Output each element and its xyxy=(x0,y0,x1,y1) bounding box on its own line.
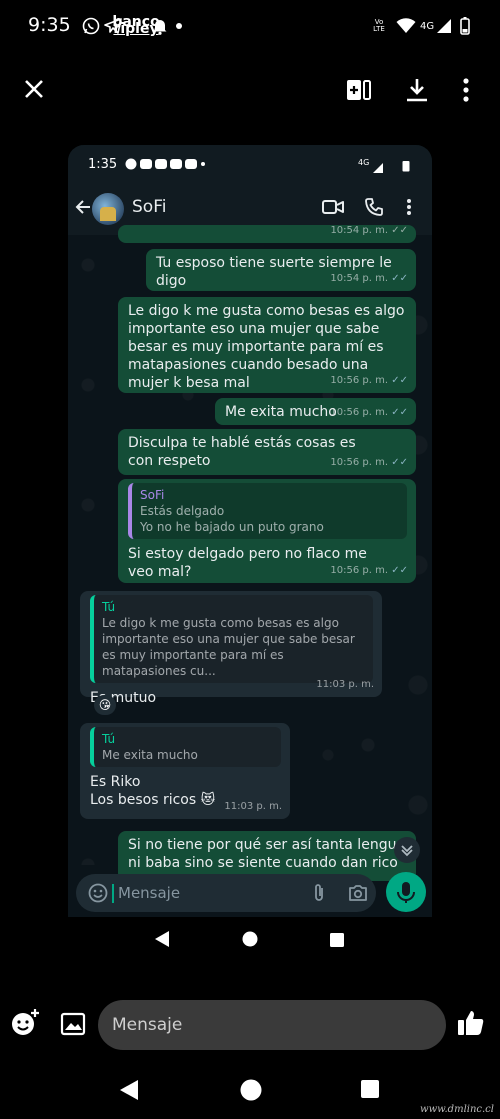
volte-icon: Vo LTE xyxy=(372,16,386,36)
inner-navigation-bar xyxy=(68,917,432,961)
message-bubble-incoming[interactable]: Tú Me exita mucho Es Riko Los besos rico… xyxy=(80,723,290,819)
quote-author: Tú xyxy=(102,732,116,746)
inner-back-nav-icon xyxy=(155,931,169,951)
message-text: Me exita mucho xyxy=(225,404,337,420)
message-bubble-reply[interactable]: SoFi Estás delgado Yo no he bajado un pu… xyxy=(118,479,416,583)
reaction-badge[interactable]: 😘 xyxy=(94,695,116,715)
mic-button[interactable] xyxy=(386,872,426,912)
quote-text: Me exita mucho xyxy=(102,748,198,762)
message-time-text: 10:56 p. m. xyxy=(330,375,389,386)
message-bubble-incoming[interactable]: Tú Le digo k me gusta como besas es algo… xyxy=(80,591,382,706)
status-time: 9:35 xyxy=(28,14,71,36)
text-cursor xyxy=(112,884,114,903)
shared-screenshot: 1:35 4G SoFi 10:54 p. m. ✓✓ Tu esposo ti… xyxy=(68,145,432,917)
message-time: 10:54 p. m. ✓✓ xyxy=(330,225,408,236)
message-bubble[interactable]: Disculpa te hablé estás cosas es con res… xyxy=(118,429,416,475)
status-bar: 9:35 banco ripley Vo LTE 4G xyxy=(0,0,500,56)
read-ticks-icon: ✓✓ xyxy=(391,565,408,576)
chat-menu-icon[interactable] xyxy=(406,198,412,220)
watermark: www.dmlinc.cl xyxy=(420,1104,494,1115)
message-time-text: 10:56 p. m. xyxy=(330,457,389,468)
download-icon[interactable] xyxy=(403,76,431,104)
signal-icon xyxy=(436,16,452,36)
read-ticks-icon: ✓✓ xyxy=(391,273,408,284)
contact-name[interactable]: SoFi xyxy=(132,197,166,217)
message-bubble[interactable]: Me exita mucho 10:56 p. m. ✓✓ xyxy=(215,398,416,425)
close-icon[interactable] xyxy=(22,77,46,101)
volte-label: Vo LTE xyxy=(373,18,385,33)
message-time: 10:56 p. m. ✓✓ xyxy=(330,404,408,422)
inner-home-nav-icon xyxy=(242,931,258,951)
quote-author: Tú xyxy=(102,600,116,614)
message-input-placeholder: Mensaje xyxy=(118,884,181,902)
quoted-message[interactable]: Tú Me exita mucho xyxy=(90,727,281,767)
message-time-text: 10:56 p. m. xyxy=(330,407,389,418)
whatsapp-icon xyxy=(82,16,100,36)
message-time: 10:56 p. m. ✓✓ xyxy=(330,454,408,472)
message-time: 11:03 p. m. xyxy=(224,801,282,812)
bell-icon xyxy=(152,16,168,36)
message-time: 10:56 p. m. ✓✓ xyxy=(330,372,408,390)
wifi-icon xyxy=(396,16,416,36)
read-ticks-icon: ✓✓ xyxy=(391,375,408,386)
inner-notification-icons xyxy=(125,158,206,170)
phone-call-icon[interactable] xyxy=(365,198,383,220)
message-time: 10:54 p. m. ✓✓ xyxy=(330,270,408,288)
inner-battery-icon xyxy=(402,157,410,176)
message-time-text: 10:56 p. m. xyxy=(330,565,389,576)
back-arrow-icon[interactable] xyxy=(74,198,92,220)
gallery-icon[interactable] xyxy=(60,1012,86,1040)
quoted-message[interactable]: Tú Le digo k me gusta como besas es algo… xyxy=(90,595,373,683)
network-type: 4G xyxy=(420,20,435,32)
inner-status-bar: 1:35 4G xyxy=(68,145,432,183)
message-bubble[interactable]: Tu esposo tiene suerte siempre le digo 1… xyxy=(146,249,416,291)
thumbs-up-icon[interactable] xyxy=(456,1008,486,1042)
message-bubble[interactable]: Le digo k me gusta como besas es algo im… xyxy=(118,297,416,393)
message-time-text: 10:54 p. m. xyxy=(330,273,389,284)
chat-area: 10:54 p. m. ✓✓ Tu esposo tiene suerte si… xyxy=(68,225,432,889)
bottom-message-placeholder: Mensaje xyxy=(112,1015,183,1035)
more-options-icon[interactable] xyxy=(452,76,480,104)
video-call-icon[interactable] xyxy=(322,199,344,219)
more-notifications-dot xyxy=(176,16,182,36)
message-bubble-partial: 10:54 p. m. ✓✓ xyxy=(118,225,416,243)
inner-signal-icon xyxy=(373,158,383,177)
add-to-status-icon[interactable] xyxy=(345,76,373,104)
recents-nav-icon[interactable] xyxy=(361,1080,379,1102)
scroll-to-bottom-button[interactable] xyxy=(394,837,420,863)
avatar[interactable] xyxy=(92,193,124,225)
inner-network: 4G xyxy=(358,158,370,167)
screen: 9:35 banco ripley Vo LTE 4G 1:35 4G SoFi… xyxy=(0,0,500,1119)
quote-author: SoFi xyxy=(140,488,165,502)
message-text: Es Riko xyxy=(90,774,141,790)
emoji-sticker-icon[interactable] xyxy=(10,1008,40,1042)
home-nav-icon[interactable] xyxy=(240,1079,262,1105)
back-nav-icon[interactable] xyxy=(120,1080,138,1104)
attach-icon[interactable] xyxy=(312,883,326,907)
read-ticks-icon: ✓✓ xyxy=(391,457,408,468)
read-ticks-icon: ✓✓ xyxy=(391,407,408,418)
quoted-message[interactable]: SoFi Estás delgado Yo no he bajado un pu… xyxy=(128,483,407,539)
inner-status-time: 1:35 xyxy=(88,157,118,172)
banco-ripley-icon: banco ripley xyxy=(112,15,159,36)
quote-text: Le digo k me gusta como besas es algo im… xyxy=(102,616,355,678)
quote-text: Yo no he bajado un puto grano xyxy=(140,520,324,534)
message-input[interactable]: Mensaje xyxy=(76,874,376,912)
message-time: 11:03 p. m. xyxy=(316,679,374,690)
camera-icon[interactable] xyxy=(348,884,368,906)
message-time: 10:56 p. m. ✓✓ xyxy=(330,562,408,580)
quote-text: Estás delgado xyxy=(140,504,225,518)
bottom-message-input[interactable]: Mensaje xyxy=(98,1000,446,1050)
battery-icon xyxy=(460,16,470,36)
emoji-icon[interactable] xyxy=(88,883,108,907)
inner-recents-nav-icon xyxy=(330,932,344,951)
